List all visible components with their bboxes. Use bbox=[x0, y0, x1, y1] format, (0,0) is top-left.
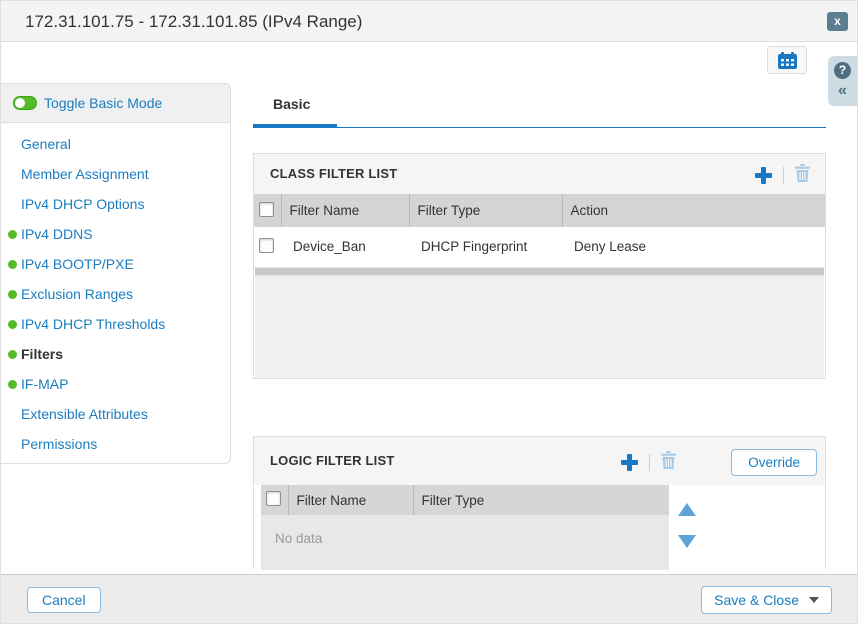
status-dot-icon bbox=[8, 350, 17, 359]
no-data-placeholder: No data bbox=[261, 515, 669, 570]
row-checkbox[interactable] bbox=[259, 238, 274, 253]
sidebar-item-ipv4-ddns[interactable]: IPv4 DDNS bbox=[1, 219, 230, 249]
sidebar-item-extensible-attributes[interactable]: Extensible Attributes bbox=[1, 399, 230, 429]
status-dot-icon bbox=[8, 380, 17, 389]
column-header-filter-name[interactable]: Filter Name bbox=[288, 485, 413, 515]
add-class-filter-icon[interactable] bbox=[754, 166, 773, 185]
delete-logic-filter-icon[interactable] bbox=[660, 451, 677, 474]
tab-active-indicator bbox=[253, 124, 337, 128]
sidebar-item-filters[interactable]: Filters bbox=[1, 339, 230, 369]
override-button[interactable]: Override bbox=[731, 449, 817, 476]
select-all-checkbox[interactable] bbox=[266, 491, 281, 506]
schedule-button[interactable] bbox=[767, 46, 807, 74]
sidebar-item-ipv4-dhcp-thresholds[interactable]: IPv4 DHCP Thresholds bbox=[1, 309, 230, 339]
table-empty-area bbox=[255, 275, 824, 378]
column-header-filter-name[interactable]: Filter Name bbox=[281, 194, 409, 227]
status-dot-icon bbox=[8, 290, 17, 299]
logic-filter-list-title: LOGIC FILTER LIST bbox=[270, 437, 394, 485]
cell-filter-type: DHCP Fingerprint bbox=[409, 227, 562, 267]
save-and-close-label: Save & Close bbox=[714, 592, 799, 608]
sidebar-item-member-assignment[interactable]: Member Assignment bbox=[1, 159, 230, 189]
add-logic-filter-icon[interactable] bbox=[620, 453, 639, 472]
status-dot-icon bbox=[8, 230, 17, 239]
calendar-icon bbox=[778, 52, 797, 69]
arrow-down-icon[interactable] bbox=[678, 535, 696, 548]
toggle-basic-mode[interactable]: Toggle Basic Mode bbox=[1, 84, 230, 123]
logic-filter-list-panel: LOGIC FILTER LIST Override bbox=[253, 436, 826, 569]
icon-separator bbox=[783, 167, 784, 184]
chevron-down-icon bbox=[809, 597, 819, 603]
column-header-filter-type[interactable]: Filter Type bbox=[413, 485, 669, 515]
sidebar-item-ipv4-dhcp-options[interactable]: IPv4 DHCP Options bbox=[1, 189, 230, 219]
dialog-titlebar: 172.31.101.75 - 172.31.101.85 (IPv4 Rang… bbox=[1, 1, 858, 42]
select-all-checkbox[interactable] bbox=[259, 202, 274, 217]
cell-filter-name: Device_Ban bbox=[281, 227, 409, 267]
tab-divider bbox=[253, 127, 826, 128]
class-filter-list-panel: CLASS FILTER LIST Filt bbox=[253, 153, 826, 379]
dialog-footer: Cancel Save & Close bbox=[1, 574, 858, 624]
sidebar-item-ipv4-bootp-pxe[interactable]: IPv4 BOOTP/PXE bbox=[1, 249, 230, 279]
status-dot-icon bbox=[8, 260, 17, 269]
icon-separator bbox=[649, 454, 650, 471]
horizontal-scrollbar[interactable] bbox=[255, 268, 824, 275]
sidebar-item-if-map[interactable]: IF-MAP bbox=[1, 369, 230, 399]
settings-sidebar: Toggle Basic Mode General Member Assignm… bbox=[1, 83, 231, 464]
table-row[interactable]: Device_Ban DHCP Fingerprint Deny Lease bbox=[254, 227, 825, 267]
cell-action: Deny Lease bbox=[562, 227, 825, 267]
ipv4-range-dialog: 172.31.101.75 - 172.31.101.85 (IPv4 Rang… bbox=[0, 0, 858, 624]
tab-basic[interactable]: Basic bbox=[273, 96, 310, 112]
logic-filter-list-header: LOGIC FILTER LIST Override bbox=[254, 437, 825, 485]
sidebar-item-permissions[interactable]: Permissions bbox=[1, 429, 230, 459]
column-header-action[interactable]: Action bbox=[562, 194, 825, 227]
close-icon[interactable]: x bbox=[827, 12, 848, 31]
toggle-icon bbox=[13, 96, 37, 110]
toggle-basic-mode-label: Toggle Basic Mode bbox=[44, 95, 162, 111]
sidebar-item-exclusion-ranges[interactable]: Exclusion Ranges bbox=[1, 279, 230, 309]
arrow-up-icon[interactable] bbox=[678, 503, 696, 516]
class-filter-table: Filter Name Filter Type Action Device_Ba… bbox=[254, 194, 825, 268]
save-and-close-button[interactable]: Save & Close bbox=[701, 586, 832, 614]
help-panel-flap: ? « bbox=[828, 56, 857, 106]
collapse-panel-icon[interactable]: « bbox=[838, 82, 847, 100]
logic-filter-table: Filter Name Filter Type No data bbox=[261, 485, 669, 570]
cancel-button[interactable]: Cancel bbox=[27, 587, 101, 613]
dialog-title: 172.31.101.75 - 172.31.101.85 (IPv4 Rang… bbox=[25, 1, 362, 42]
column-header-filter-type[interactable]: Filter Type bbox=[409, 194, 562, 227]
sidebar-item-general[interactable]: General bbox=[1, 129, 230, 159]
class-filter-list-title: CLASS FILTER LIST bbox=[270, 154, 397, 194]
status-dot-icon bbox=[8, 320, 17, 329]
sidebar-nav: General Member Assignment IPv4 DHCP Opti… bbox=[1, 123, 230, 459]
help-icon[interactable]: ? bbox=[834, 62, 851, 79]
delete-class-filter-icon[interactable] bbox=[794, 164, 811, 187]
class-filter-list-header: CLASS FILTER LIST bbox=[254, 154, 825, 194]
